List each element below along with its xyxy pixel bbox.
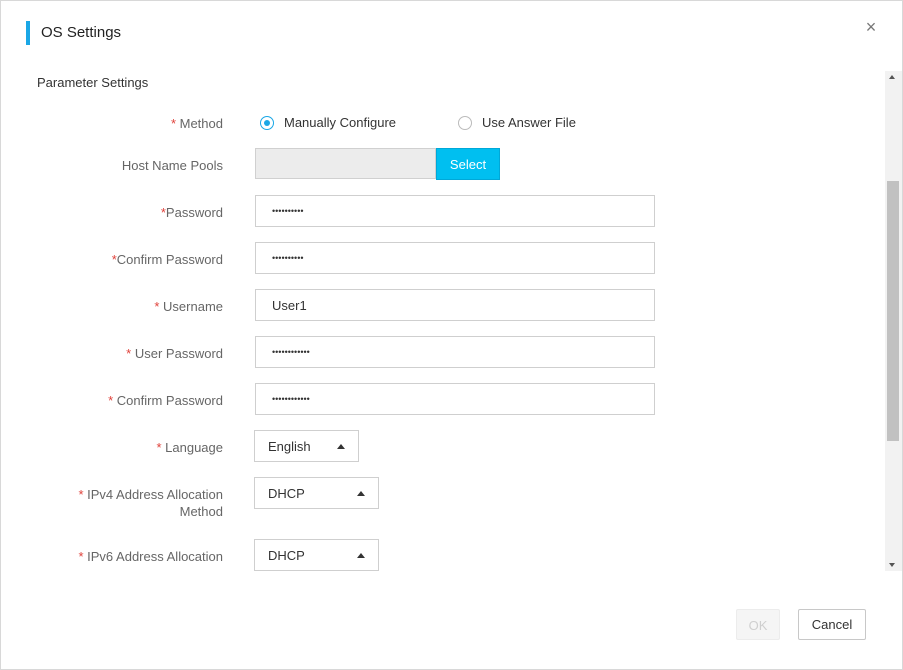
radio-checked-icon <box>260 115 274 130</box>
caret-up-icon <box>357 552 365 558</box>
scroll-down-arrow-icon[interactable] <box>889 563 895 567</box>
scroll-up-arrow-icon[interactable] <box>889 75 895 79</box>
user-password-field[interactable]: •••••••••••• <box>255 336 655 368</box>
required-mark: * <box>108 393 114 408</box>
os-settings-dialog: OS Settings × Parameter Settings * Metho… <box>0 0 903 670</box>
caret-up-icon <box>337 443 345 449</box>
required-mark: * <box>126 346 132 361</box>
radio-manually-configure[interactable]: Manually Configure <box>260 115 396 130</box>
required-mark: * <box>156 440 162 455</box>
host-name-pools-label: Host Name Pools <box>121 158 223 173</box>
dialog-title: OS Settings <box>41 24 122 41</box>
ipv6-allocation-label: * IPv6 Address Allocation <box>78 549 223 564</box>
ipv6-value: DHCP <box>268 547 305 563</box>
language-value: English <box>268 438 311 454</box>
language-dropdown[interactable]: English <box>254 430 359 462</box>
section-title: Parameter Settings <box>37 75 149 90</box>
username-label: * Username <box>154 299 223 314</box>
username-field[interactable]: User1 <box>255 289 655 321</box>
required-mark: * <box>78 549 84 564</box>
confirm-password-field[interactable]: •••••••••• <box>255 242 655 274</box>
scroll-thumb[interactable] <box>887 181 899 441</box>
user-confirm-password-field[interactable]: •••••••••••• <box>255 383 655 415</box>
cancel-button[interactable]: Cancel <box>798 609 866 640</box>
close-icon[interactable]: × <box>861 17 881 37</box>
title-accent-bar <box>26 21 30 45</box>
user-confirm-password-label: * Confirm Password <box>108 393 223 408</box>
required-mark: * <box>154 299 160 314</box>
ipv4-allocation-label: * IPv4 Address Allocation Method <box>78 487 223 519</box>
ok-button[interactable]: OK <box>736 609 780 640</box>
radio-label: Manually Configure <box>284 115 397 130</box>
confirm-password-label: *Confirm Password <box>111 252 223 267</box>
password-label: *Password <box>160 205 223 220</box>
radio-use-answer-file[interactable]: Use Answer File <box>458 115 576 130</box>
user-password-label: * User Password <box>126 346 223 361</box>
required-mark: * <box>78 487 84 502</box>
ipv4-allocation-dropdown[interactable]: DHCP <box>254 477 379 509</box>
method-label: * Method <box>170 116 223 131</box>
vertical-scrollbar[interactable] <box>885 71 902 571</box>
ipv6-allocation-dropdown[interactable]: DHCP <box>254 539 379 571</box>
ipv4-value: DHCP <box>268 485 305 501</box>
required-mark: * <box>170 116 176 131</box>
radio-unchecked-icon <box>458 115 472 130</box>
password-field[interactable]: •••••••••• <box>255 195 655 227</box>
radio-label: Use Answer File <box>482 115 576 130</box>
language-label: * Language <box>156 440 223 455</box>
host-name-pools-input <box>255 148 436 179</box>
caret-up-icon <box>357 490 365 496</box>
select-host-pool-button[interactable]: Select <box>436 148 500 180</box>
